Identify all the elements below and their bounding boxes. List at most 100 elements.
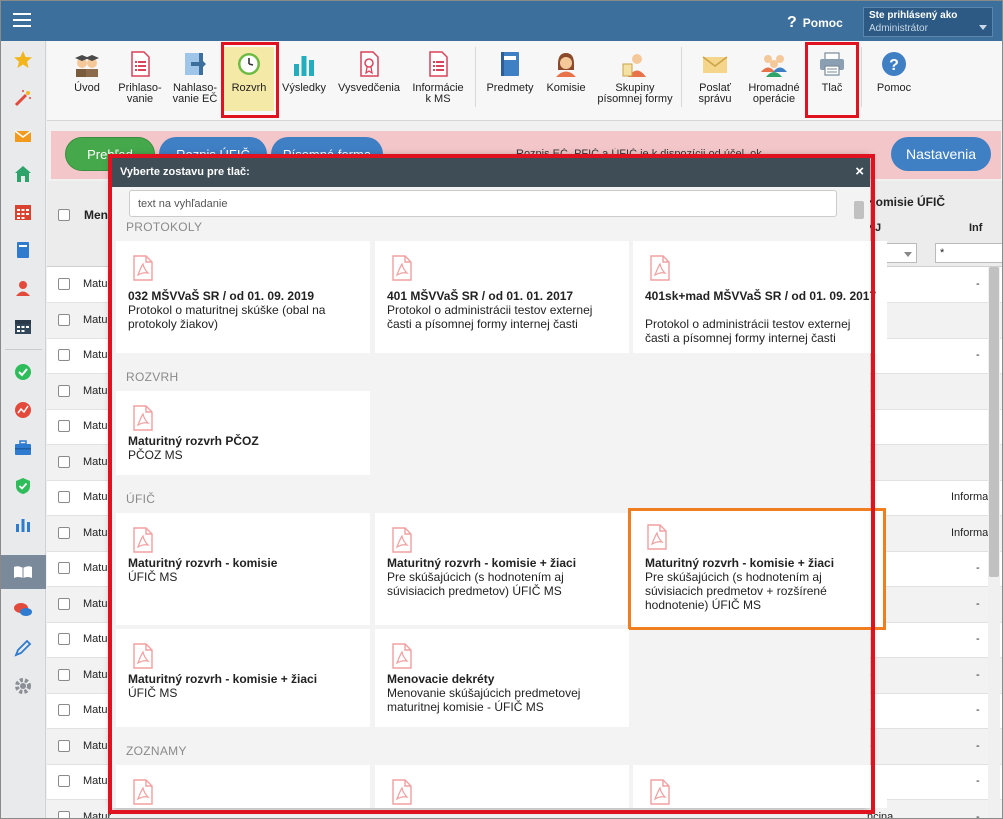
chat-bubbles-icon[interactable] [12,599,34,621]
magic-wand-icon[interactable] [12,87,34,109]
envelope-icon[interactable] [12,125,34,147]
info-doc-icon [423,49,453,79]
form-icon [125,49,155,79]
user-role: Administrátor [869,23,928,34]
report-card-zoznam-3[interactable] [633,765,887,808]
toolbar-label: Vysvedčenia [338,82,400,94]
report-description: Pre skúšajúcich (s hodnotením aj súvisia… [387,570,564,598]
scrollbar-thumb[interactable] [989,267,999,577]
toolbar-informacie[interactable]: Informácie k MS [409,47,467,111]
report-card-401sk[interactable]: 401sk+mad MŠVVaŠ SR / od 01. 09. 2017 Pr… [633,241,887,353]
row-checkbox[interactable] [58,775,70,787]
report-card-menovacie-dekrety[interactable]: Menovacie dekréty Menovanie skúšajúcich … [375,629,629,727]
close-icon[interactable]: × [855,163,864,180]
section-rozvrh: ROZVRH [126,370,179,384]
report-card-zoznam-1[interactable] [116,765,370,808]
row-checkbox[interactable] [58,668,70,681]
check-circle-icon[interactable] [12,361,34,383]
book-icon[interactable] [12,239,34,261]
toolbar-tlac[interactable]: Tlač [809,47,855,111]
pdf-icon [132,643,154,669]
toolbar-skupiny[interactable]: Skupiny písomnej formy [595,47,675,111]
pen-icon[interactable] [12,637,34,659]
row-cell-inf: - [976,668,980,681]
bar-chart-icon[interactable] [12,513,34,535]
row-checkbox[interactable] [58,349,70,361]
row-checkbox[interactable] [58,278,70,290]
hamburger-menu-icon[interactable] [13,13,31,27]
row-checkbox[interactable] [58,526,70,539]
toolbar-uvod[interactable]: Úvod [61,47,113,111]
report-search-input[interactable] [129,190,837,217]
row-checkbox[interactable] [58,455,70,468]
row-checkbox[interactable] [58,384,70,397]
top-bar: ? Pomoc Ste prihlásený ako Administrátor [1,1,1002,41]
toolbar-poslat-spravu[interactable]: Poslať správu [689,47,741,111]
calendar-icon[interactable] [12,315,34,337]
report-description: Menovanie skúšajúcich predmetovej maturi… [387,686,581,714]
calendar-grid-icon[interactable] [12,201,34,223]
toolbar-rozvrh[interactable]: Rozvrh [224,47,274,111]
nastavenia-button[interactable]: Nastavenia [891,137,991,171]
chart-circle-icon[interactable] [12,399,34,421]
report-card-zoznam-2[interactable] [375,765,629,808]
person-circle-icon[interactable] [12,277,34,299]
report-title: 401 MŠVVaŠ SR / od 01. 01. 2017 [387,289,574,303]
row-checkbox[interactable] [58,633,70,645]
shield-check-icon[interactable] [12,475,34,497]
report-card-komisie-ziaci[interactable]: Maturitný rozvrh - komisie + žiaci Pre s… [375,513,629,625]
top-help-link[interactable]: ? Pomoc [787,14,843,32]
pdf-icon [391,779,413,805]
row-label: Matur [83,597,112,610]
pdf-icon [132,255,154,281]
open-book-icon[interactable] [12,561,34,583]
briefcase-icon[interactable] [12,437,34,459]
people-icon [759,49,789,79]
report-card-032[interactable]: 032 MŠVVaŠ SR / od 01. 09. 2019 Protokol… [116,241,370,353]
row-checkbox[interactable] [58,704,70,716]
print-report-dialog: Vyberte zostavu pre tlač: × PROTOKOLY 03… [112,157,887,808]
pdf-icon [132,779,154,805]
report-card-komisie-ziaci-ufic[interactable]: Maturitný rozvrh - komisie + žiaci ÚFIČ … [116,629,370,727]
report-card-401[interactable]: 401 MŠVVaŠ SR / od 01. 01. 2017 Protokol… [375,241,629,353]
home-icon[interactable] [12,163,34,185]
column-filter-input[interactable]: * [935,243,1002,263]
row-checkbox[interactable] [58,420,70,432]
chevron-down-icon [979,25,987,30]
scrollbar-thumb[interactable] [854,201,864,219]
row-checkbox[interactable] [58,313,70,326]
row-checkbox[interactable] [58,491,70,503]
pdf-icon [132,405,154,431]
report-card-rozvrh-komisie[interactable]: Maturitný rozvrh - komisie ÚFIČ MS [116,513,370,625]
column-header-inf[interactable]: Inf [969,222,982,234]
report-card-rozvrh-pcoz[interactable]: Maturitný rozvrh PČOZ PČOZ MS [116,391,370,475]
toolbar-pomoc[interactable]: ? Pomoc [869,47,919,111]
toolbar-predmety[interactable]: Predmety [483,47,537,111]
row-label: Matur [83,739,112,752]
row-cell-nj: ncina [867,810,894,819]
certificate-icon [354,49,384,79]
toolbar-nahlasovanie[interactable]: Nahlaso- vanie EČ [169,47,221,111]
row-checkbox[interactable] [58,562,70,574]
dialog-header: Vyberte zostavu pre tlač: × [112,157,870,187]
page-scrollbar[interactable] [988,267,1000,818]
toolbar-label: Výsledky [281,82,327,94]
row-cell-inf: - [976,278,980,290]
row-cell-inf: Informa [951,526,989,539]
column-header-meno[interactable]: Meno [84,208,115,222]
row-cell-inf: - [976,739,980,752]
report-description: ÚFIČ MS [128,570,178,584]
toolbar-komisie[interactable]: Komisie [541,47,591,111]
toolbar-prihlasovanie[interactable]: Prihlaso- vanie [113,47,167,111]
toolbar-vysledky[interactable]: Výsledky [279,47,329,111]
user-selector[interactable]: Ste prihlásený ako Administrátor [863,7,993,37]
report-card-komisie-ziaci-rozsirene[interactable]: Maturitný rozvrh - komisie + žiaci Pre s… [628,508,886,630]
row-checkbox[interactable] [58,597,70,610]
gear-icon[interactable] [12,675,34,697]
select-all-checkbox[interactable] [58,209,70,221]
star-icon[interactable] [12,49,34,71]
row-checkbox[interactable] [58,739,70,752]
toolbar-vysvedcenia[interactable]: Vysvedčenia [335,47,403,111]
toolbar-hromadne-operacie[interactable]: Hromadné operácie [745,47,803,111]
row-checkbox[interactable] [58,810,70,818]
